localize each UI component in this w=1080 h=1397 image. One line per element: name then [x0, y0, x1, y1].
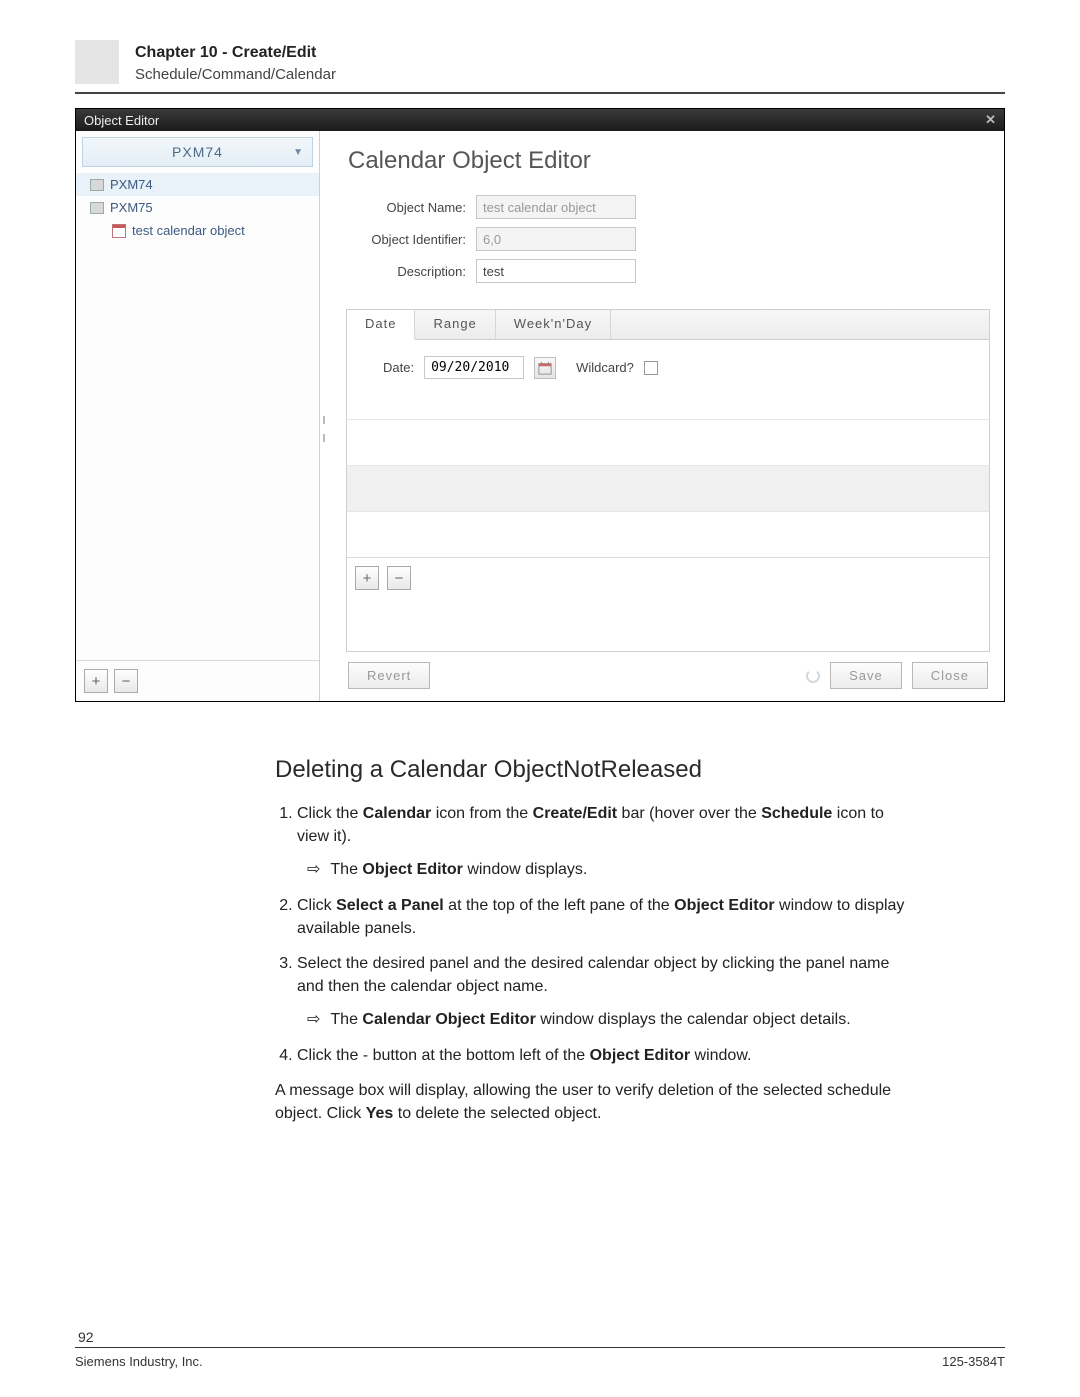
- tree-item-label: test calendar object: [132, 223, 245, 238]
- window-title: Object Editor: [84, 113, 159, 128]
- tree-remove-button[interactable]: −: [114, 669, 138, 693]
- object-name-label: Object Name:: [346, 200, 476, 215]
- close-icon[interactable]: ✕: [985, 112, 996, 128]
- grid-row: [347, 511, 989, 557]
- doc-body: Deleting a Calendar ObjectNotReleased Cl…: [275, 756, 915, 1125]
- date-tab-panel: Date Range Week'n'Day Date:: [346, 309, 990, 652]
- grid-row: [347, 419, 989, 465]
- editor-title: Calendar Object Editor: [348, 147, 990, 175]
- doc-header: Chapter 10 - Create/Edit Schedule/Comman…: [75, 40, 1005, 94]
- revert-button[interactable]: Revert: [348, 662, 430, 689]
- result-arrow-icon: ⇨: [307, 858, 320, 881]
- tree-item-label: PXM74: [110, 177, 153, 192]
- result-arrow-icon: ⇨: [307, 1008, 320, 1031]
- object-name-field: [476, 195, 636, 219]
- section-heading: Deleting a Calendar ObjectNotReleased: [275, 756, 915, 784]
- tab-range[interactable]: Range: [415, 310, 495, 339]
- grid-row: [347, 465, 989, 511]
- editor-panel: Calendar Object Editor Object Name: Obje…: [320, 131, 1004, 701]
- panel-icon: [90, 202, 104, 214]
- description-field[interactable]: [476, 259, 636, 283]
- panel-selector-dropdown[interactable]: PXM74 ▼: [82, 137, 313, 167]
- step-4: Click the - button at the bottom left of…: [297, 1044, 915, 1067]
- panel-icon: [90, 179, 104, 191]
- tree-item-pxm75[interactable]: PXM75: [76, 196, 319, 219]
- date-input[interactable]: [424, 356, 524, 379]
- date-label: Date:: [383, 360, 414, 375]
- close-button[interactable]: Close: [912, 662, 988, 689]
- date-picker-button[interactable]: [534, 357, 556, 379]
- object-identifier-field: [476, 227, 636, 251]
- entry-remove-button[interactable]: −: [387, 566, 411, 590]
- entry-add-button[interactable]: +: [355, 566, 379, 590]
- description-label: Description:: [346, 264, 476, 279]
- footer-docid: 125-3584T: [942, 1354, 1005, 1369]
- step-3: Select the desired panel and the desired…: [297, 952, 915, 1032]
- logo-placeholder: [75, 40, 119, 84]
- chapter-title: Chapter 10 - Create/Edit: [135, 44, 336, 62]
- wildcard-checkbox[interactable]: [644, 361, 658, 375]
- trailing-paragraph: A message box will display, allowing the…: [275, 1079, 915, 1125]
- object-identifier-label: Object Identifier:: [346, 232, 476, 247]
- tree-add-button[interactable]: +: [84, 669, 108, 693]
- tab-weeknday[interactable]: Week'n'Day: [496, 310, 611, 339]
- chevron-down-icon: ▼: [293, 147, 304, 158]
- window-titlebar: Object Editor ✕: [76, 109, 1004, 131]
- page-footer: Siemens Industry, Inc. 125-3584T: [75, 1347, 1005, 1369]
- step-2: Click Select a Panel at the top of the l…: [297, 894, 915, 940]
- tree-item-test-calendar-object[interactable]: test calendar object: [76, 219, 319, 242]
- tree-item-pxm74[interactable]: PXM74: [76, 173, 319, 196]
- calendar-icon: [112, 224, 126, 238]
- left-tree-panel: PXM74 ▼ PXM74 PXM75 test calendar object: [76, 131, 320, 701]
- busy-spinner-icon: [806, 669, 820, 683]
- wildcard-label: Wildcard?: [576, 360, 634, 375]
- panel-selector-value: PXM74: [172, 144, 223, 160]
- splitter-handle[interactable]: [320, 411, 328, 447]
- step-1: Click the Calendar icon from the Create/…: [297, 802, 915, 882]
- save-button[interactable]: Save: [830, 662, 902, 689]
- page-number: 92: [78, 1329, 94, 1345]
- tab-date[interactable]: Date: [347, 310, 415, 340]
- footer-company: Siemens Industry, Inc.: [75, 1354, 203, 1369]
- tree-item-label: PXM75: [110, 200, 153, 215]
- calendar-icon: [538, 361, 552, 375]
- breadcrumb: Schedule/Command/Calendar: [135, 66, 336, 83]
- object-editor-screenshot: Object Editor ✕ PXM74 ▼ PXM74 PXM75: [75, 108, 1005, 702]
